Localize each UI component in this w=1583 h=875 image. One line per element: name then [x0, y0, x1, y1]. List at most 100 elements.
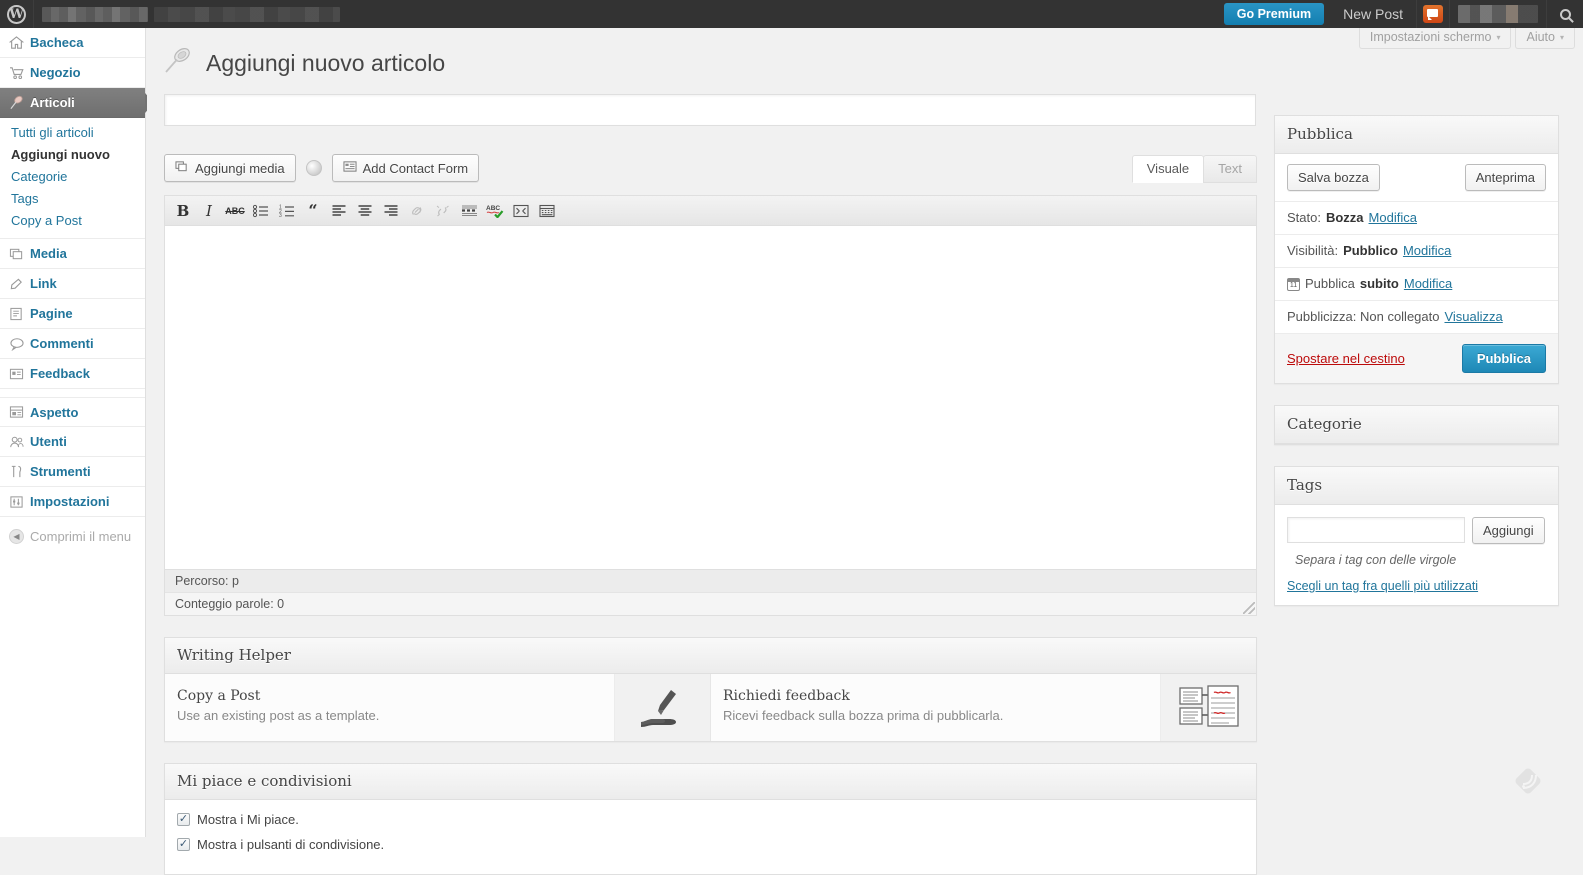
sidebar-subitem-aggiungi-nuovo[interactable]: Aggiungi nuovo: [0, 144, 145, 166]
sidebar-item-articoli[interactable]: Articoli: [0, 88, 154, 118]
tag-cloud-link[interactable]: Scegli un tag fra quelli più utilizzati: [1287, 579, 1546, 593]
save-draft-label: Salva bozza: [1298, 170, 1369, 185]
sidebar-item-strumenti[interactable]: Strumenti: [0, 457, 145, 487]
blockquote-button[interactable]: “: [301, 200, 325, 222]
writing-helper-inside: Copy a Post Use an existing post as a te…: [165, 674, 1256, 741]
post-schedule-prefix: Pubblica: [1305, 276, 1355, 291]
unlink-button[interactable]: [431, 200, 455, 222]
go-premium-button[interactable]: Go Premium: [1223, 3, 1325, 25]
sidebar-item-label: Strumenti: [30, 464, 91, 479]
wordpress-logo-icon: W: [7, 4, 26, 24]
copy-a-post-card[interactable]: Copy a Post Use an existing post as a te…: [165, 674, 710, 741]
align-right-button[interactable]: [379, 200, 403, 222]
show-sharing-row[interactable]: ✓ Mostra i pulsanti di condivisione.: [177, 837, 1244, 852]
sidebar-item-impostazioni[interactable]: Impostazioni: [0, 487, 145, 517]
sidebar-item-negozio[interactable]: Negozio: [0, 58, 145, 88]
publish-box-inside: Salva bozza Anteprima Stato: Bozza Modif…: [1275, 154, 1558, 383]
spellcheck-button[interactable]: ABC: [483, 200, 507, 222]
new-post-button[interactable]: New Post: [1330, 0, 1417, 28]
publish-box: Pubblica Salva bozza Anteprima Stato: Bo…: [1274, 115, 1559, 384]
post-title-input[interactable]: [164, 94, 1256, 126]
tab-visual[interactable]: Visuale: [1131, 155, 1205, 183]
sidebar-item-label: Utenti: [30, 434, 67, 449]
strikethrough-button[interactable]: ABC: [223, 200, 247, 222]
user-account-menu[interactable]: [1450, 0, 1547, 28]
tab-text[interactable]: Text: [1203, 155, 1257, 183]
align-left-button[interactable]: [327, 200, 351, 222]
show-likes-checkbox[interactable]: ✓: [177, 813, 190, 826]
search-icon: [1559, 8, 1571, 20]
writing-helper-box: Writing Helper Copy a Post Use an existi…: [164, 637, 1257, 742]
help-tab[interactable]: Aiuto ▾: [1515, 28, 1575, 49]
post-schedule-row: 11 Pubblica subito Modifica: [1275, 268, 1558, 301]
screen-options-tab[interactable]: Impostazioni schermo ▾: [1358, 28, 1512, 49]
sidebar-item-media[interactable]: Media: [0, 239, 145, 269]
edit-schedule-link[interactable]: Modifica: [1404, 275, 1452, 293]
sidebar-item-bacheca[interactable]: Bacheca: [0, 28, 145, 58]
sidebar-item-feedback[interactable]: Feedback: [0, 359, 145, 389]
tags-box: Tags Aggiungi Separa i tag con delle vir…: [1274, 466, 1559, 606]
post-title-wrap: [164, 94, 1257, 126]
search-button[interactable]: [1547, 0, 1583, 28]
editor-content-area[interactable]: [164, 226, 1257, 570]
editor-resize-handle[interactable]: [1243, 602, 1255, 614]
insert-link-button[interactable]: [405, 200, 429, 222]
sidebar-item-label: Bacheca: [30, 35, 84, 50]
sidebar-item-label: Media: [30, 246, 67, 261]
media-buttons-row: Aggiungi media Add Contact Form: [164, 154, 1257, 182]
tag-input[interactable]: [1287, 517, 1465, 543]
add-media-button[interactable]: Aggiungi media: [164, 154, 296, 182]
sidebar-subitem-tutti-gli-articoli[interactable]: Tutti gli articoli: [0, 122, 145, 144]
post-status-value: Bozza: [1325, 210, 1364, 225]
show-likes-row[interactable]: ✓ Mostra i Mi piace.: [177, 812, 1244, 827]
sidebar-subitem-tags[interactable]: Tags: [0, 188, 145, 210]
site-name-menu[interactable]: [34, 0, 340, 28]
publicize-view-link[interactable]: Visualizza: [1444, 308, 1502, 326]
align-center-button[interactable]: [353, 200, 377, 222]
fullscreen-button[interactable]: [509, 200, 533, 222]
editor-status-bar: Percorso: p Conteggio parole: 0: [164, 570, 1257, 616]
wordpress-logo-menu[interactable]: W: [0, 0, 34, 28]
tab-visual-label: Visuale: [1146, 161, 1190, 176]
editor-toolbar: B I ABC 123 “ ABC: [164, 195, 1257, 226]
screen-options-label: Impostazioni schermo: [1369, 30, 1492, 44]
kitchen-sink-button[interactable]: [535, 200, 559, 222]
insert-more-tag-button[interactable]: [457, 200, 481, 222]
add-contact-form-button[interactable]: Add Contact Form: [331, 154, 480, 182]
sidebar-item-pagine[interactable]: Pagine: [0, 299, 145, 329]
chevron-left-icon: ◀: [9, 528, 24, 544]
save-draft-button[interactable]: Salva bozza: [1287, 164, 1380, 191]
likes-and-sharing-inside: ✓ Mostra i Mi piace. ✓ Mostra i pulsanti…: [165, 800, 1256, 874]
site-name-blurred: [42, 6, 148, 22]
edit-status-link[interactable]: Modifica: [1369, 209, 1417, 227]
request-feedback-description: Ricevi feedback sulla bozza prima di pub…: [723, 708, 1004, 723]
italic-button[interactable]: I: [197, 200, 221, 222]
request-feedback-card[interactable]: Richiedi feedback Ricevi feedback sulla …: [711, 674, 1256, 741]
svg-text:3: 3: [279, 213, 282, 218]
bold-button[interactable]: B: [171, 200, 195, 222]
sidebar-item-aspetto[interactable]: Aspetto: [0, 397, 145, 427]
preview-button[interactable]: Anteprima: [1464, 164, 1546, 191]
editor-container: B I ABC 123 “ ABC Percorso: p Conteggio …: [164, 195, 1257, 616]
help-label: Aiuto: [1526, 30, 1555, 44]
show-sharing-checkbox[interactable]: ✓: [177, 838, 190, 851]
sidebar-item-utenti[interactable]: Utenti: [0, 427, 145, 457]
pin-icon: [164, 46, 194, 80]
add-tag-button[interactable]: Aggiungi: [1472, 517, 1545, 544]
copy-a-post-text: Copy a Post Use an existing post as a te…: [165, 674, 614, 741]
sidebar-item-commenti[interactable]: Commenti: [0, 329, 145, 359]
sidebar-subitem-categorie[interactable]: Categorie: [0, 166, 145, 188]
sidebar-subitem-copy-a-post[interactable]: Copy a Post: [0, 210, 145, 232]
ordered-list-button[interactable]: 123: [275, 200, 299, 222]
unordered-list-button[interactable]: [249, 200, 273, 222]
editor-mode-tabs: Visuale Text: [1131, 155, 1257, 183]
sidebar-submenu-articoli: Tutti gli articoli Aggiungi nuovo Catego…: [0, 118, 145, 239]
edit-visibility-link[interactable]: Modifica: [1403, 242, 1451, 260]
publish-button[interactable]: Pubblica: [1461, 344, 1546, 373]
collapse-menu-button[interactable]: ◀ Comprimi il menu: [0, 521, 145, 551]
chevron-down-icon: ▾: [1559, 32, 1564, 42]
sidebar-subitem-label: Categorie: [11, 169, 68, 184]
sidebar-item-link[interactable]: Link: [0, 269, 145, 299]
move-to-trash-link[interactable]: Spostare nel cestino: [1287, 351, 1405, 366]
notifications-button[interactable]: [1417, 0, 1450, 28]
